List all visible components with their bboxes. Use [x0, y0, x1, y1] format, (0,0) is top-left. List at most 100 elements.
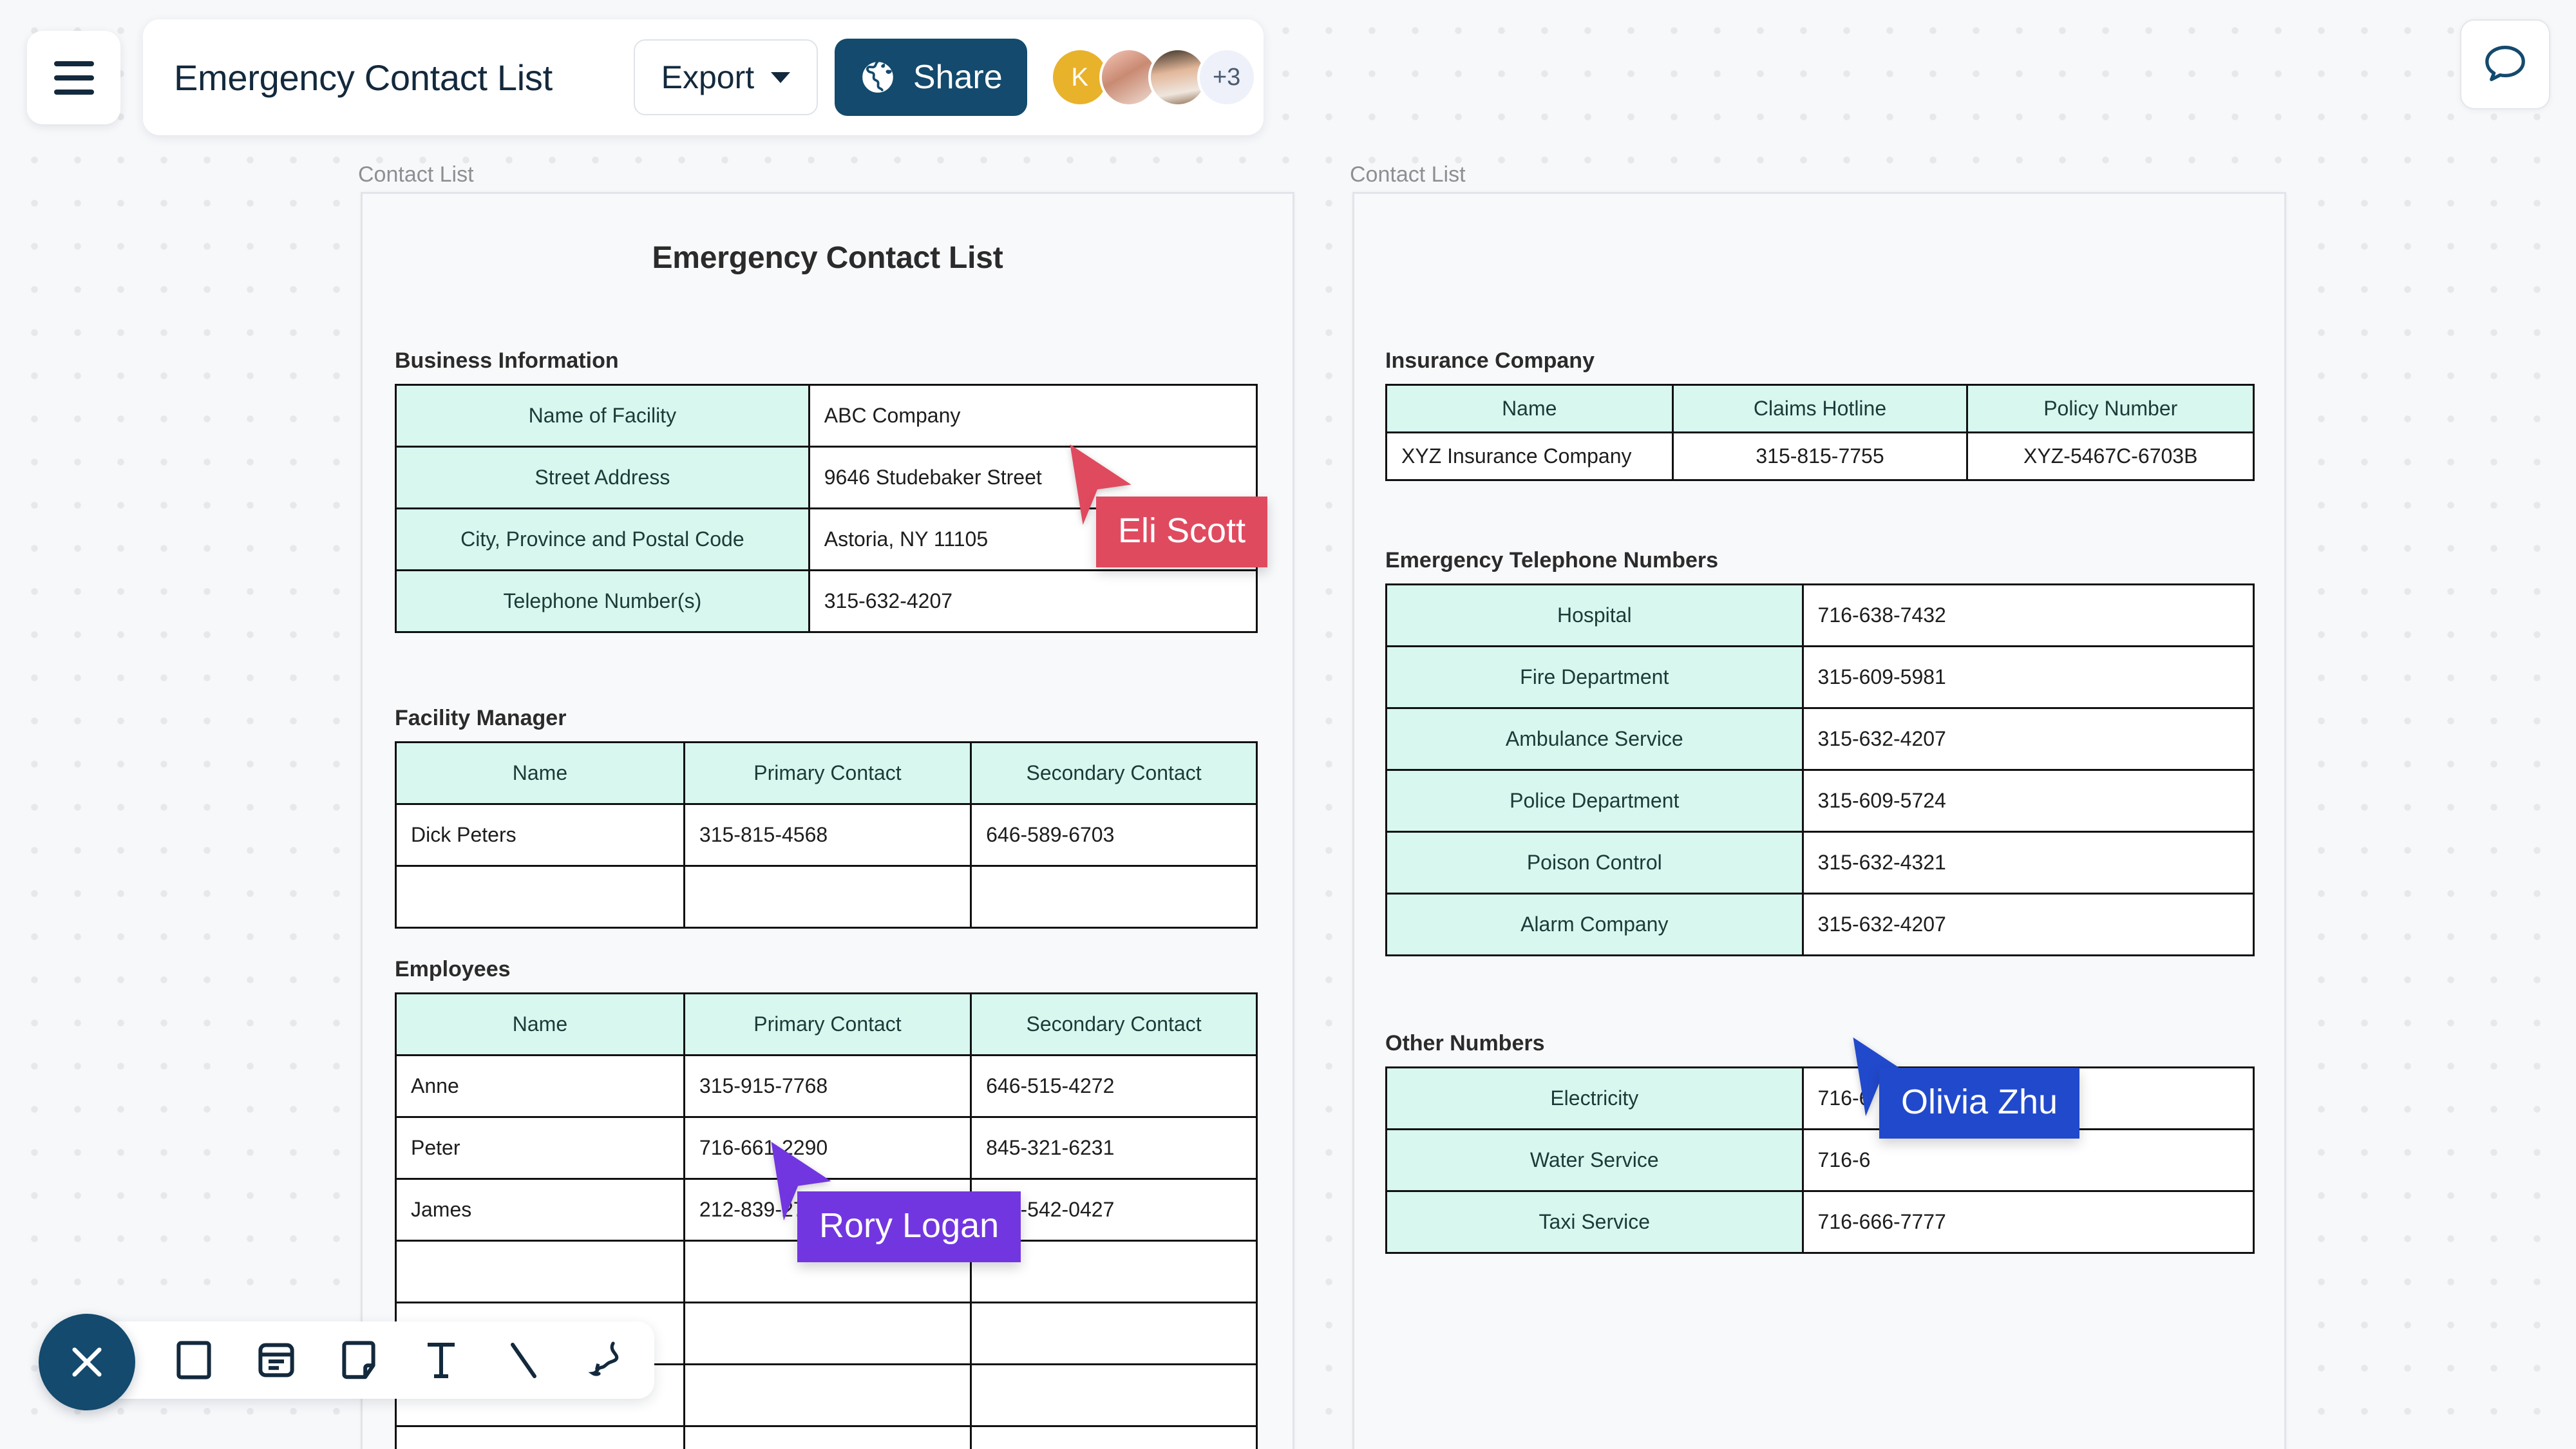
hamburger-menu-icon: [53, 89, 94, 95]
column-header: Name: [395, 992, 685, 1056]
table-row[interactable]: [395, 865, 1258, 929]
close-x-icon: [72, 1347, 102, 1377]
cell-value[interactable]: 315-815-7755: [1671, 431, 1969, 481]
cell-key: Fire Department: [1385, 645, 1804, 709]
cell-key: Alarm Company: [1385, 893, 1804, 956]
table-other-numbers[interactable]: Electricity 716-6 Water Service 716-6 Taxi S…: [1385, 1066, 2255, 1254]
cell-key: Taxi Service: [1385, 1190, 1804, 1254]
remote-cursor-eli-scott: Eli Scott: [1065, 441, 1268, 567]
cell-key: Electricity: [1385, 1066, 1804, 1130]
table-row[interactable]: Fire Department 315-609-5981: [1385, 645, 2255, 709]
cell-value[interactable]: 845-321-6231: [970, 1116, 1258, 1180]
rectangle-shape-icon: [176, 1341, 211, 1379]
card-frame-icon: [258, 1343, 294, 1378]
cell-value[interactable]: [683, 865, 972, 929]
cell-value[interactable]: [970, 865, 1258, 929]
comment-button[interactable]: [2460, 19, 2550, 109]
column-header: Claims Hotline: [1671, 384, 1969, 433]
cell-key: Poison Control: [1385, 831, 1804, 895]
globe-icon: [860, 60, 895, 95]
cell-value[interactable]: James: [395, 1178, 685, 1242]
table-facility-manager[interactable]: Name Primary Contact Secondary Contact D…: [395, 741, 1258, 929]
cell-value[interactable]: [683, 1302, 972, 1365]
section-heading-emergency-telephone-numbers: Emergency Telephone Numbers: [1385, 548, 1719, 573]
table-header-row: Name Primary Contact Secondary Contact: [395, 992, 1258, 1056]
cell-value[interactable]: ABC Company: [808, 384, 1258, 448]
cell-key: Name of Facility: [395, 384, 810, 448]
cell-value[interactable]: 315-915-7768: [683, 1054, 972, 1118]
table-emergency-telephone-numbers[interactable]: Hospital 716-638-7432 Fire Department 315-6…: [1385, 583, 2255, 956]
cell-value[interactable]: Dick Peters: [395, 803, 685, 867]
cell-value[interactable]: 315-609-5981: [1801, 645, 2255, 709]
table-row[interactable]: Name of Facility ABC Company: [395, 384, 1258, 448]
cursor-label: Olivia Zhu: [1879, 1068, 2080, 1139]
hamburger-menu-button[interactable]: [27, 31, 120, 124]
draw-tool-button[interactable]: [586, 1340, 626, 1380]
cell-value[interactable]: 646-515-4272: [970, 1054, 1258, 1118]
table-row[interactable]: Dick Peters 315-815-4568 646-589-6703: [395, 803, 1258, 867]
table-row[interactable]: Alarm Company 315-632-4207: [1385, 893, 2255, 956]
cell-value[interactable]: XYZ-5467C-6703B: [1966, 431, 2255, 481]
cell-key: Police Department: [1385, 769, 1804, 833]
collaborator-avatars[interactable]: K +3: [1050, 48, 1256, 107]
note-tool-button[interactable]: [339, 1340, 379, 1380]
section-heading-insurance-company: Insurance Company: [1385, 348, 1595, 373]
whiteboard-canvas[interactable]: Contact List Emergency Contact List Busi…: [0, 0, 2576, 1449]
table-row[interactable]: Hospital 716-638-7432: [1385, 583, 2255, 647]
share-button-label: Share: [913, 59, 1003, 96]
cell-value[interactable]: [395, 865, 685, 929]
frame-label-left: Contact List: [358, 162, 474, 187]
card-tool-button[interactable]: [256, 1340, 296, 1380]
section-heading-other-numbers: Other Numbers: [1385, 1031, 1545, 1056]
share-button[interactable]: Share: [834, 39, 1027, 116]
shape-tool-button[interactable]: [174, 1340, 214, 1380]
cell-value[interactable]: 716-666-7777: [1801, 1190, 2255, 1254]
table-row[interactable]: Police Department 315-609-5724: [1385, 769, 2255, 833]
cell-value[interactable]: [970, 1363, 1258, 1427]
cell-value[interactable]: [395, 1425, 685, 1449]
cell-value[interactable]: Peter: [395, 1116, 685, 1180]
line-tool-button[interactable]: [504, 1340, 544, 1380]
table-row[interactable]: Poison Control 315-632-4321: [1385, 831, 2255, 895]
cell-value[interactable]: [970, 1425, 1258, 1449]
column-header: Secondary Contact: [970, 992, 1258, 1056]
cell-value[interactable]: 315-815-4568: [683, 803, 972, 867]
export-button[interactable]: Export: [633, 39, 818, 115]
table-row[interactable]: Electricity 716-6: [1385, 1066, 2255, 1130]
cell-value[interactable]: 315-609-5724: [1801, 769, 2255, 833]
table-row[interactable]: Water Service 716-6: [1385, 1128, 2255, 1192]
table-row[interactable]: [395, 1425, 1258, 1449]
table-row[interactable]: Taxi Service 716-666-7777: [1385, 1190, 2255, 1254]
cell-value[interactable]: XYZ Insurance Company: [1385, 431, 1674, 481]
table-header-row: Name Claims Hotline Policy Number: [1385, 384, 2255, 433]
frame-label-right: Contact List: [1350, 162, 1466, 187]
cell-value[interactable]: [683, 1363, 972, 1427]
cell-value[interactable]: 315-632-4207: [808, 569, 1258, 633]
cell-key: Telephone Number(s): [395, 569, 810, 633]
frame-right[interactable]: Insurance Company Name Claims Hotline Po…: [1352, 192, 2286, 1449]
column-header: Policy Number: [1966, 384, 2255, 433]
pen-draw-icon: [588, 1341, 619, 1376]
cell-value[interactable]: [683, 1425, 972, 1449]
table-row[interactable]: XYZ Insurance Company 315-815-7755 XYZ-5…: [1385, 431, 2255, 481]
cell-value[interactable]: [970, 1302, 1258, 1365]
table-insurance-company[interactable]: Name Claims Hotline Policy Number XYZ In…: [1385, 384, 2255, 481]
table-row[interactable]: Anne 315-915-7768 646-515-4272: [395, 1054, 1258, 1118]
close-toolbar-button[interactable]: [39, 1314, 135, 1410]
avatar-overflow-count[interactable]: +3: [1197, 48, 1256, 107]
section-heading-facility-manager: Facility Manager: [395, 706, 567, 730]
cell-value[interactable]: 315-632-4207: [1801, 707, 2255, 771]
cell-value[interactable]: 716-638-7432: [1801, 583, 2255, 647]
document-title-header[interactable]: Emergency Contact List: [174, 57, 553, 99]
line-tool-icon: [511, 1343, 536, 1378]
cell-value[interactable]: 646-589-6703: [970, 803, 1258, 867]
drawing-toolbar: [97, 1321, 654, 1399]
cell-value[interactable]: 315-632-4321: [1801, 831, 2255, 895]
table-row[interactable]: Telephone Number(s) 315-632-4207: [395, 569, 1258, 633]
cell-value[interactable]: Anne: [395, 1054, 685, 1118]
table-row[interactable]: Ambulance Service 315-632-4207: [1385, 707, 2255, 771]
text-tool-button[interactable]: [421, 1340, 461, 1380]
cell-value[interactable]: [395, 1240, 685, 1303]
cell-value[interactable]: 315-632-4207: [1801, 893, 2255, 956]
remote-cursor-rory-logan: Rory Logan: [766, 1139, 1021, 1262]
